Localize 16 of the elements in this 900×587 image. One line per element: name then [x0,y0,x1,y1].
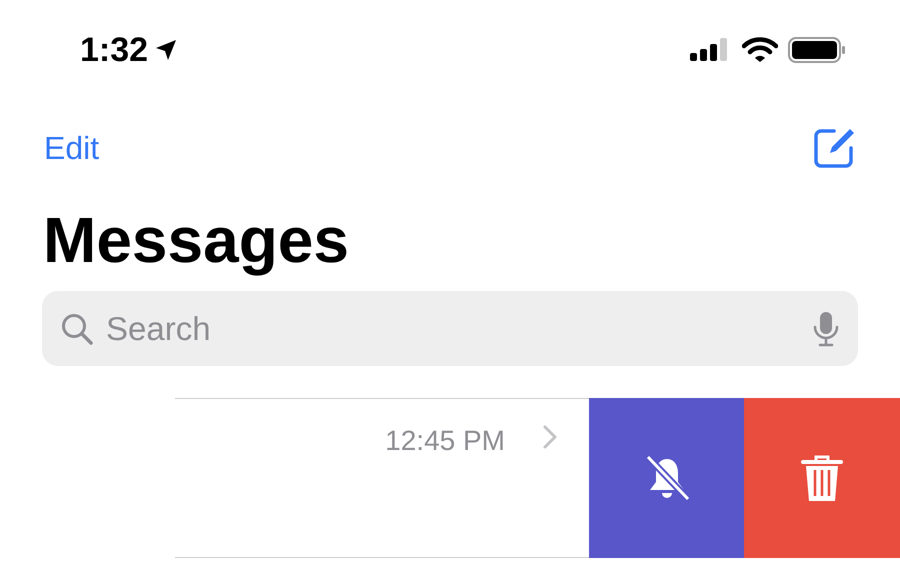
battery-icon [788,37,846,63]
edit-button[interactable]: Edit [44,130,100,166]
search-field[interactable]: Search [42,291,858,366]
trash-icon [800,453,844,503]
chevron-right-icon [543,425,557,449]
search-field[interactable]: Search [104,308,802,348]
message-time: 12:45 PM [385,425,505,457]
status-time: 1:32 [80,30,148,70]
mute-button[interactable] [589,398,744,558]
search-icon [60,312,94,346]
compose-icon[interactable] [812,126,856,170]
delete-button[interactable] [744,398,900,558]
microphone-icon[interactable] [812,310,840,348]
page-title: Messages [43,203,350,278]
location-arrow-icon [154,38,178,62]
wifi-icon [742,37,778,63]
